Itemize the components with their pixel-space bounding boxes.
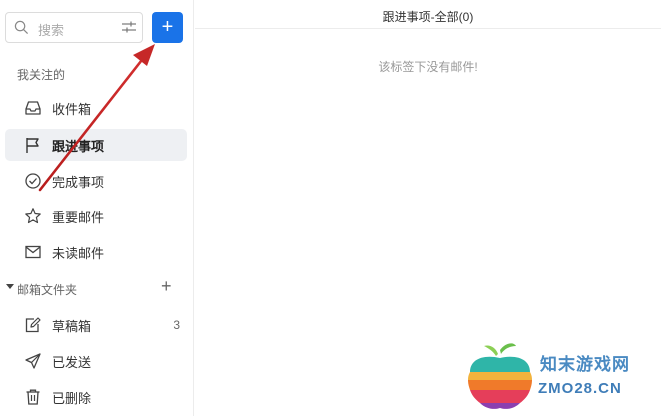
section-title-folders: 邮箱文件夹 <box>17 282 78 297</box>
search-input[interactable]: 搜索 <box>5 12 143 43</box>
envelope-icon <box>25 245 41 259</box>
inbox-icon <box>25 101 41 115</box>
page-title: 跟进事项-全部(0) <box>382 10 474 24</box>
add-folder-button[interactable]: + <box>161 276 172 297</box>
draft-count-badge: 3 <box>173 318 180 332</box>
watermark-logo: 知末游戏网 ZMO28.CN <box>460 340 660 412</box>
sidebar-item-sent[interactable]: 已发送 <box>5 345 187 377</box>
empty-state-message: 该标签下没有邮件! <box>378 60 478 74</box>
trash-icon <box>26 389 40 405</box>
sidebar-item-label: 已发送 <box>52 354 92 370</box>
check-circle-icon <box>25 173 41 189</box>
sidebar-item-label: 完成事项 <box>52 174 105 190</box>
sidebar-item-label: 草稿箱 <box>52 318 92 334</box>
send-icon <box>25 353 41 369</box>
sidebar-item-label: 已删除 <box>52 390 92 406</box>
sidebar-item-follow-up[interactable]: 跟进事项 <box>5 129 187 161</box>
star-icon <box>25 208 41 224</box>
search-placeholder: 搜索 <box>38 23 65 38</box>
sidebar-item-deleted[interactable]: 已删除 <box>5 381 187 413</box>
filter-sliders-icon[interactable] <box>122 21 136 34</box>
sidebar-item-label: 未读邮件 <box>52 245 105 261</box>
compose-button[interactable]: + <box>152 12 183 43</box>
watermark-text-en: ZMO28.CN <box>538 380 622 397</box>
sidebar-item-drafts[interactable]: 草稿箱 3 <box>5 309 187 341</box>
sidebar-item-inbox[interactable]: 收件箱 <box>5 92 187 124</box>
sidebar-item-completed[interactable]: 完成事项 <box>5 165 187 197</box>
sidebar-item-label: 重要邮件 <box>52 209 105 225</box>
sidebar-item-label: 收件箱 <box>52 101 92 117</box>
plus-icon: + <box>161 15 174 38</box>
sidebar-item-unread[interactable]: 未读邮件 <box>5 236 187 268</box>
folders-section-header[interactable]: 邮箱文件夹 + <box>0 276 190 300</box>
watermark-text-cn: 知末游戏网 <box>540 355 630 374</box>
apple-logo-icon <box>468 343 532 409</box>
sidebar: 搜索 + 我关注的 收件箱 跟进事项 完成事项 重要邮件 未读邮件 邮箱文件夹 … <box>0 0 194 416</box>
sidebar-item-important[interactable]: 重要邮件 <box>5 200 187 232</box>
search-icon <box>14 20 29 35</box>
section-title-starred: 我关注的 <box>17 68 66 82</box>
sidebar-item-label: 跟进事项 <box>52 138 105 154</box>
header-divider <box>195 28 661 29</box>
caret-down-icon[interactable] <box>6 284 14 289</box>
flag-icon <box>26 138 39 153</box>
draft-edit-icon <box>25 317 41 333</box>
